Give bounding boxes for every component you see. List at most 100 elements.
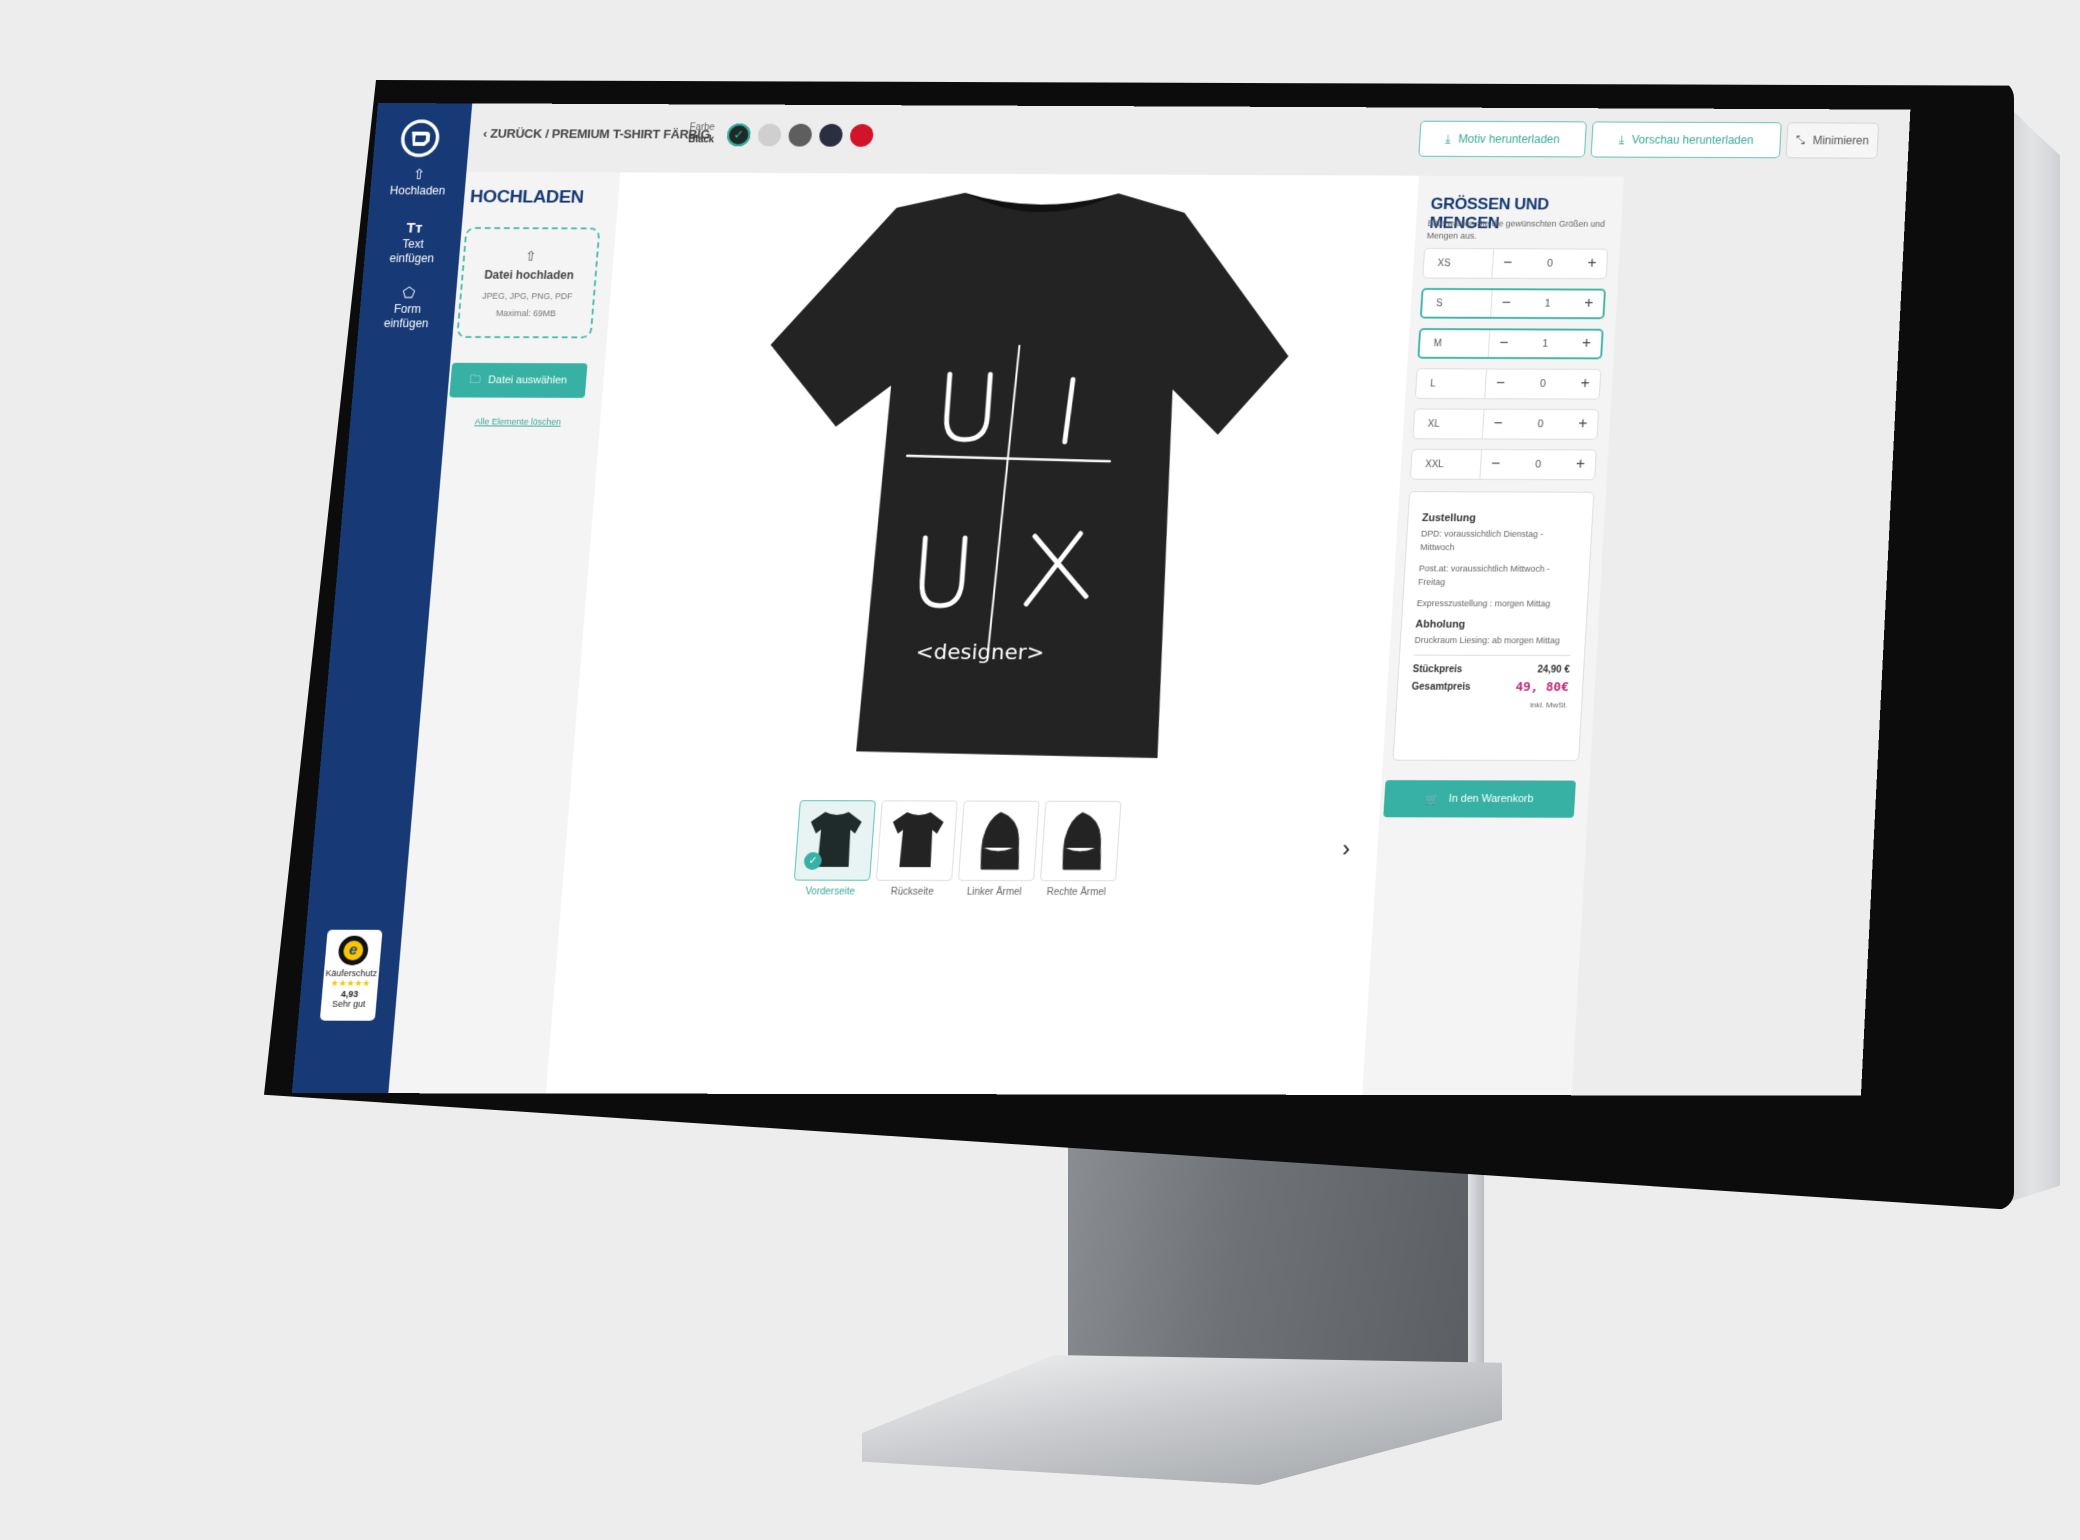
vat-note: inkl. MwSt. [1529,700,1568,710]
dropzone-formats: JPEG, JPG, PNG, PDF [481,291,573,301]
quantity-input[interactable]: 1 [1520,298,1574,310]
folder-icon: 🗀 [469,373,482,386]
increment-button[interactable]: + [1577,255,1607,272]
delivery-line: Post.at: voraussichtlich Mittwoch - Frei… [1417,563,1551,587]
color-swatch[interactable] [818,123,844,147]
color-swatch[interactable] [787,123,813,147]
unit-price: 24,90 € [1537,664,1570,676]
dropzone-max-size: Maximal: 69MB [495,308,557,319]
quantity-input[interactable]: 0 [1515,378,1571,390]
quantity-input[interactable]: 1 [1518,338,1572,350]
thumbnail-image [875,800,958,881]
unit-price-row: Stückpreis 24,90 € [1412,664,1570,676]
monitor: ⇧ Hochladen Tт Text einfügen ⬠ Form einf… [0,0,2080,1540]
decrement-button[interactable]: − [1491,295,1521,312]
trust-rating-text: Sehr gut [331,998,366,1009]
view-thumbnail[interactable]: Linker Ärmel [957,800,1040,898]
decrement-button[interactable]: − [1486,375,1516,392]
size-row-xl: XL −0 + [1412,408,1600,440]
color-swatch[interactable] [726,123,752,147]
breadcrumb-separator: / [544,126,550,141]
delivery-line: DPD: voraussichtlich Dienstag - Mittwoch [1419,528,1544,553]
select-file-button[interactable]: 🗀 Datei auswählen [449,362,588,398]
shape-icon: ⬠ [401,285,416,302]
quantity-input[interactable]: 0 [1522,258,1578,270]
chevron-right-icon[interactable]: › [1341,836,1350,863]
sidebar-item-label: Hochladen [389,183,446,198]
design-caption: <designer> [915,639,1045,665]
collapse-icon: ⤡ [1795,133,1806,147]
size-row-s: S −1 + [1419,287,1607,320]
trust-label: Käuferschutz [325,968,378,979]
decrement-button[interactable]: − [1481,456,1511,473]
file-dropzone[interactable]: ⇧ Datei hochladen JPEG, JPG, PNG, PDF Ma… [456,227,601,339]
selected-color-name: Black [687,134,715,146]
tshirt-body [738,192,1299,759]
cart-icon: 🛒 [1425,793,1440,806]
sidebar-item-shape[interactable]: ⬠ Form einfügen [358,285,457,331]
sidebar-item-upload[interactable]: ⇧ Hochladen [370,166,467,199]
trust-badge[interactable]: Käuferschutz ★★★★★ 4,93 Sehr gut [319,929,383,1021]
sidebar-item-text[interactable]: Tт Text einfügen [364,220,462,266]
view-thumbnail[interactable]: Rückseite [875,800,958,898]
size-label: XS [1423,248,1495,278]
app-screen: ⇧ Hochladen Tт Text einfügen ⬠ Form einf… [291,103,1911,1096]
upload-icon: ⇧ [524,248,537,264]
sidebar-item-label: Text einfügen [388,237,435,266]
increment-button[interactable]: + [1572,335,1602,352]
size-row-xs: XS −0 + [1422,247,1609,280]
thumbnail-label: Vorderseite [804,886,856,898]
size-row-xxl: XXL −0 + [1409,448,1597,481]
dropzone-title: Datei hochladen [483,268,575,282]
sidebar-item-label: Form einfügen [383,302,430,331]
thumbnail-image [1039,800,1122,882]
decrement-button[interactable]: − [1493,255,1523,272]
download-icon: ⤓ [1445,131,1452,146]
decrement-button[interactable]: − [1483,415,1513,432]
total-price: 49, 80€ [1515,680,1570,695]
color-label: Farbe Black [687,122,716,146]
thumbnail-label: Rückseite [890,886,934,898]
view-thumbnails: ✓ Vorderseite Rückseite Linker Ärmel Rechte … [793,800,1122,898]
size-label: M [1419,329,1491,358]
download-icon: ⤓ [1618,132,1625,146]
color-swatches [726,123,875,147]
delivery-title: Zustellung [1421,512,1477,525]
sizes-subtitle: Bitte wählen Sie die gewünschten Größen … [1426,218,1606,241]
tshirt-preview[interactable]: <designer> [729,183,1311,763]
increment-button[interactable]: + [1570,376,1600,393]
text-icon: Tт [405,220,424,237]
divider [1413,654,1571,657]
size-row-m: M −1 + [1417,328,1604,360]
size-label: XXL [1410,449,1483,479]
increment-button[interactable]: + [1568,416,1598,433]
pickup-line: Druckraum Liesing: ab morgen Mittag [1414,635,1561,646]
upload-icon: ⇧ [412,166,426,184]
download-preview-button[interactable]: ⤓ Vorschau herunterladen [1590,121,1782,159]
increment-button[interactable]: + [1566,456,1596,473]
size-row-l: L −0 + [1414,368,1602,400]
thumbnail-label: Rechte Ärmel [1046,887,1107,898]
decrement-button[interactable]: − [1489,335,1519,352]
view-thumbnail[interactable]: ✓ Vorderseite [793,800,876,898]
panel-title: HOCHLADEN [469,187,585,208]
view-thumbnail[interactable]: Rechte Ärmel [1039,800,1122,898]
clear-all-link[interactable]: Alle Elemente löschen [445,417,591,427]
quantity-input[interactable]: 0 [1510,459,1567,471]
increment-button[interactable]: + [1574,295,1604,312]
color-swatch[interactable] [849,123,875,147]
total-price-row: Gesamtpreis 49, 80€ [1411,680,1570,695]
color-swatch[interactable] [757,123,782,147]
thumbnail-image: ✓ [793,800,876,881]
download-motif-button[interactable]: ⤓ Motiv herunterladen [1418,120,1587,158]
rating-stars-icon: ★★★★★ [330,978,371,989]
brand-logo-icon[interactable] [398,118,442,158]
add-to-cart-button[interactable]: 🛒 In den Warenkorb [1383,780,1576,818]
size-label: S [1421,289,1493,317]
breadcrumb: ‹ ZURÜCK / PREMIUM T-SHIRT FÄRBIG [483,126,711,141]
back-link[interactable]: ‹ ZURÜCK [483,126,543,140]
minimize-button[interactable]: ⤡ Minimieren [1785,122,1880,159]
thumbnail-label: Linker Ärmel [966,886,1022,898]
design-canvas: <designer> ✓ Vorderseite Rückseite Linker Ä… [545,172,1420,1095]
quantity-input[interactable]: 0 [1512,418,1569,431]
